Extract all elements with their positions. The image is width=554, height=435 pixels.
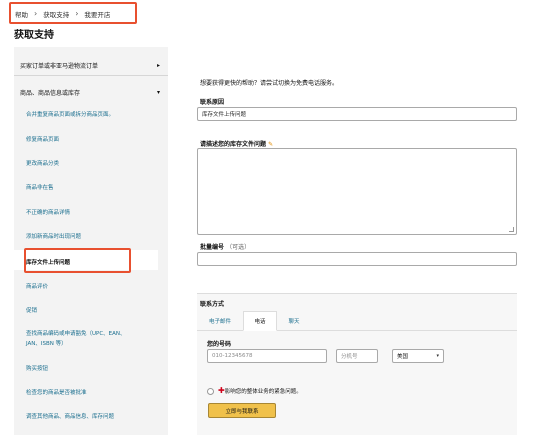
- phone-number-input[interactable]: 010-12345678: [207, 349, 327, 363]
- extension-input[interactable]: 分机号: [336, 349, 378, 363]
- sidebar-item-buy-box[interactable]: 购买按钮: [26, 364, 48, 372]
- describe-label: 请描述您的库存文件问题 ✎: [200, 139, 273, 148]
- sidebar-item-other-issues[interactable]: 调查其他商品、商品信息、库存问题: [26, 412, 114, 420]
- sidebar-group-label: 买家订单或非亚马逊物流订单: [20, 62, 99, 70]
- caret-right-icon: ▸: [156, 61, 160, 69]
- sidebar-item-change-category[interactable]: 更改商品分类: [26, 159, 59, 167]
- sidebar-item-product-codes-cont[interactable]: JAN、ISBN 等）: [26, 339, 67, 347]
- sidebar-group-products[interactable]: 商品、商品信息或库存 ▾: [14, 85, 168, 99]
- reason-field[interactable]: 库存文件上传问题: [197, 107, 517, 121]
- sidebar-item-check-approval[interactable]: 检查您的商品是否被批准: [26, 388, 87, 396]
- country-select[interactable]: 美国 ▾: [392, 349, 444, 363]
- sidebar-group-label: 商品、商品信息或库存: [20, 89, 81, 97]
- batch-optional-text: （可选）: [226, 244, 251, 251]
- urgent-label-text: 影响您的整体业务的紧急问题。: [224, 389, 302, 395]
- sidebar-group-buyer-orders[interactable]: 买家订单或非亚马逊物流订单 ▸: [14, 58, 168, 72]
- breadcrumb-highlight-box: [9, 2, 137, 24]
- pencil-icon: ✎: [268, 141, 274, 148]
- sidebar-item-reviews[interactable]: 商品评价: [26, 282, 48, 290]
- form-intro-text: 想要获得更快的帮助？请尝试切换为免费电话服务。: [200, 80, 339, 87]
- sidebar-item-add-product-issue[interactable]: 添加新商品时出现问题: [26, 232, 81, 240]
- tab-phone[interactable]: 电话: [243, 311, 277, 331]
- chevron-down-icon: ▾: [436, 353, 439, 359]
- sidebar-item-product-codes[interactable]: 查找商品编码或申请豁免（UPC、EAN、: [26, 329, 126, 337]
- sidebar-item-merge-pages[interactable]: 合并重复商品页面或拆分商品页面。: [26, 110, 114, 118]
- tab-email[interactable]: 电子邮件: [197, 311, 243, 331]
- urgent-label: ✚影响您的整体业务的紧急问题。: [218, 386, 302, 395]
- describe-label-text: 请描述您的库存文件问题: [200, 141, 267, 148]
- call-me-now-button[interactable]: 立即与我联系: [208, 403, 276, 418]
- caret-down-icon: ▾: [156, 88, 160, 96]
- your-number-label: 您的号码: [207, 341, 232, 348]
- red-plus-icon: ✚: [218, 386, 225, 395]
- sidebar-divider: [14, 75, 168, 76]
- contact-method-label: 联系方式: [200, 301, 225, 308]
- batch-number-input[interactable]: [197, 252, 517, 266]
- sidebar-item-promotions[interactable]: 促销: [26, 306, 37, 314]
- urgent-checkbox[interactable]: [207, 388, 214, 395]
- batch-label-text: 批量编号: [200, 244, 225, 251]
- sidebar: 买家订单或非亚马逊物流订单 ▸ 商品、商品信息或库存 ▾: [14, 47, 168, 435]
- description-textarea[interactable]: [197, 148, 517, 235]
- resize-grip-icon[interactable]: [509, 227, 514, 232]
- sidebar-item-fix-page[interactable]: 修复商品页面: [26, 135, 59, 143]
- tab-chat[interactable]: 聊天: [277, 311, 311, 331]
- page-title: 获取支持: [14, 30, 54, 41]
- sidebar-item-not-for-sale[interactable]: 商品非在售: [26, 183, 54, 191]
- country-select-value: 美国: [397, 354, 409, 360]
- sidebar-item-incorrect-details[interactable]: 不正确的商品详情: [26, 208, 70, 216]
- batch-label: 批量编号 （可选）: [200, 242, 250, 251]
- contact-tabs: 电子邮件 电话 聊天: [197, 311, 517, 331]
- reason-label: 联系原因: [200, 99, 225, 106]
- sidebar-highlight-box: [24, 248, 131, 273]
